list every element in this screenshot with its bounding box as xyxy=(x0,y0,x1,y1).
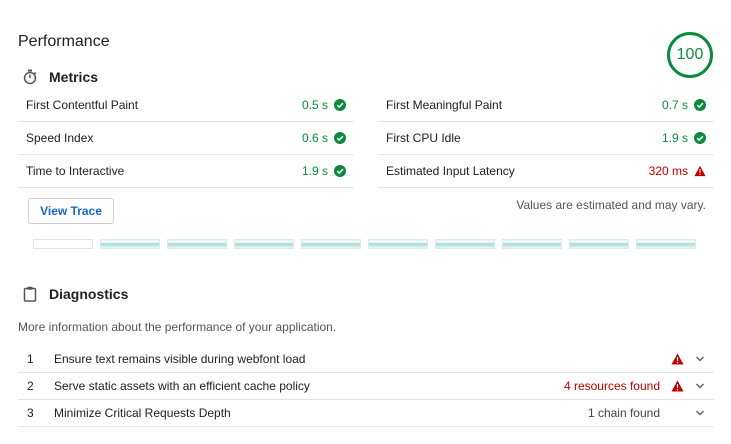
score-gauge: 100 xyxy=(667,32,713,78)
filmstrip-frame xyxy=(502,239,562,249)
audit-number: 1 xyxy=(27,352,34,366)
warning-icon xyxy=(670,380,684,392)
filmstrip-frame xyxy=(33,239,93,249)
filmstrip-frame xyxy=(234,239,294,249)
warning-icon xyxy=(694,165,706,177)
score-value: 100 xyxy=(676,46,704,63)
diagnostics-description: More information about the performance o… xyxy=(18,320,337,334)
metric-name: Time to Interactive xyxy=(26,164,125,178)
filmstrip-frame xyxy=(167,239,227,249)
audit-display-value: 4 resources found xyxy=(563,379,660,393)
view-trace-button[interactable]: View Trace xyxy=(28,198,114,224)
metric-name: Speed Index xyxy=(26,131,94,145)
category-title: Performance xyxy=(18,33,110,50)
metric-value: 0.5 s xyxy=(301,98,328,112)
pass-icon xyxy=(694,99,706,111)
audit-title: Minimize Critical Requests Depth xyxy=(54,406,231,420)
filmstrip-frame xyxy=(301,239,361,249)
diagnostics-header: Diagnostics xyxy=(20,284,128,304)
warning-icon xyxy=(670,353,684,365)
filmstrip-frame xyxy=(636,239,696,249)
metric-value: 1.9 s xyxy=(661,131,688,145)
metric-estimated-input-latency: Estimated Input Latency 320 ms xyxy=(378,155,714,188)
metric-time-to-interactive: Time to Interactive 1.9 s xyxy=(18,155,354,188)
audit-number: 2 xyxy=(27,379,34,393)
pass-icon xyxy=(334,132,346,144)
audit-row-webfont[interactable]: 1 Ensure text remains visible during web… xyxy=(18,346,714,373)
audit-row-critical-requests[interactable]: 3 Minimize Critical Requests Depth 1 cha… xyxy=(18,400,714,427)
audit-display-value: 1 chain found xyxy=(587,406,660,420)
filmstrip-frame xyxy=(368,239,428,249)
metric-value: 0.6 s xyxy=(301,131,328,145)
metric-value: 1.9 s xyxy=(301,164,328,178)
metrics-title: Metrics xyxy=(49,69,99,85)
metric-speed-index: Speed Index 0.6 s xyxy=(18,122,354,155)
filmstrip-frame xyxy=(435,239,495,249)
filmstrip xyxy=(33,239,703,249)
audit-title: Ensure text remains visible during webfo… xyxy=(54,352,306,366)
chevron-down-icon[interactable] xyxy=(694,380,706,392)
info-spacer xyxy=(670,407,684,419)
metric-name: First Contentful Paint xyxy=(26,98,139,112)
metric-first-cpu-idle: First CPU Idle 1.9 s xyxy=(378,122,714,155)
metric-first-meaningful-paint: First Meaningful Paint 0.7 s xyxy=(378,89,714,122)
audit-row-cache-policy[interactable]: 2 Serve static assets with an efficient … xyxy=(18,373,714,400)
audit-number: 3 xyxy=(27,406,34,420)
pass-icon xyxy=(694,132,706,144)
clipboard-icon xyxy=(20,284,40,304)
stopwatch-icon xyxy=(20,67,40,87)
pass-icon xyxy=(334,99,346,111)
metric-name: First CPU Idle xyxy=(386,131,461,145)
audit-title: Serve static assets with an efficient ca… xyxy=(54,379,310,393)
metric-value: 320 ms xyxy=(648,164,688,178)
pass-icon xyxy=(334,165,346,177)
filmstrip-frame xyxy=(569,239,629,249)
filmstrip-frame xyxy=(100,239,160,249)
chevron-down-icon[interactable] xyxy=(694,407,706,419)
metric-first-contentful-paint: First Contentful Paint 0.5 s xyxy=(18,89,354,122)
estimate-note: Values are estimated and may vary. xyxy=(516,198,706,212)
chevron-down-icon[interactable] xyxy=(694,353,706,365)
metric-name: First Meaningful Paint xyxy=(386,98,503,112)
metric-value: 0.7 s xyxy=(661,98,688,112)
diagnostics-title: Diagnostics xyxy=(49,286,129,302)
metric-name: Estimated Input Latency xyxy=(386,164,515,178)
metrics-header: Metrics xyxy=(20,67,98,87)
